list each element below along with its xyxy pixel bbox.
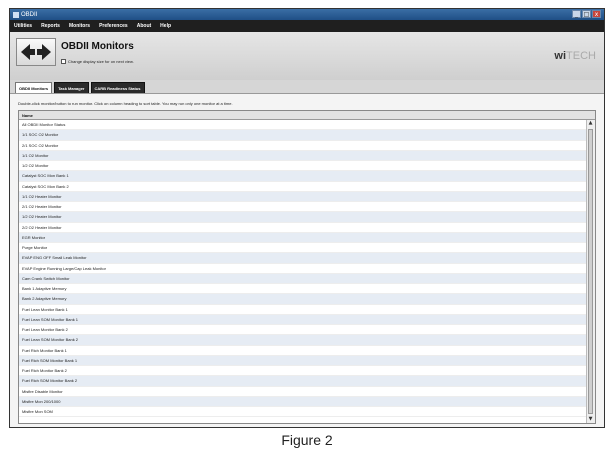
tab-bar: OBDII Monitors Task Manager CARB Readine… (10, 80, 604, 93)
monitors-panel: Double-click monitor/button to run monit… (10, 93, 604, 427)
menu-help[interactable]: Help (160, 23, 171, 29)
table-row[interactable]: Fuel Lean SOM Monitor Bank 2 (19, 335, 587, 346)
table-row[interactable]: 1/1 SOC O2 Monitor (19, 130, 587, 141)
display-size-checkbox-label: Change display size for on next view. (68, 59, 134, 64)
app-icon (13, 11, 19, 18)
table-row[interactable]: EGR Monitor (19, 232, 587, 243)
menu-preferences[interactable]: Preferences (99, 23, 128, 29)
menu-utilities[interactable]: Utilities (14, 23, 32, 29)
column-header-name[interactable]: Name (19, 111, 595, 120)
instruction-text: Double-click monitor/button to run monit… (18, 101, 233, 106)
logo-main: wi (554, 50, 567, 62)
table-row[interactable]: Bank 2 Adaptive Memory (19, 294, 587, 305)
page-header: OBDII Monitors Change display size for o… (10, 32, 604, 80)
table-row[interactable]: 1/2 O2 Monitor (19, 161, 587, 172)
tab-obdii-monitors[interactable]: OBDII Monitors (15, 82, 53, 93)
app-window: OBDII _ □ x Utilities Reports Monitors P… (9, 8, 605, 428)
back-forward-button[interactable] (16, 38, 56, 66)
table-row[interactable]: 2/2 O2 Heater Monitor (19, 223, 587, 233)
tab-task-manager[interactable]: Task Manager (54, 82, 89, 93)
back-forward-arrows-icon (21, 44, 51, 60)
menu-about[interactable]: About (137, 23, 151, 29)
window-title: OBDII (21, 11, 38, 18)
minimize-button[interactable]: _ (572, 10, 581, 18)
table-row[interactable]: All OBDII Monitor Status (19, 120, 587, 131)
display-size-checkbox[interactable] (61, 59, 66, 64)
table-row[interactable]: Catalyst SOC Mon Bank 2 (19, 182, 587, 192)
maximize-button[interactable]: □ (582, 10, 591, 18)
table-row[interactable]: Fuel Rich SOM Monitor Bank 2 (19, 376, 587, 387)
table-row[interactable]: Misfire Disable Monitor (19, 387, 587, 397)
table-row[interactable]: 1/1 O2 Heater Monitor (19, 191, 587, 202)
close-button[interactable]: x (592, 10, 601, 18)
table-row[interactable]: Cam Crank Switch Monitor (19, 273, 587, 284)
monitors-table: Name All OBDII Monitor Status 1/1 SOC O2 … (18, 110, 596, 424)
table-row[interactable]: 2/1 SOC O2 Monitor (19, 141, 587, 151)
table-body: All OBDII Monitor Status 1/1 SOC O2 Monit… (19, 120, 587, 423)
table-row[interactable]: Misfire Mon SOM (19, 407, 587, 418)
logo-accent: TECH (566, 50, 596, 62)
vertical-scrollbar[interactable]: ▲ ▼ (586, 120, 595, 423)
table-row[interactable]: Fuel Rich Monitor Bank 1 (19, 346, 587, 356)
table-row[interactable]: Fuel Lean SOM Monitor Bank 1 (19, 314, 587, 325)
table-row[interactable]: Fuel Lean Monitor Bank 2 (19, 325, 587, 336)
page-title: OBDII Monitors (61, 41, 134, 52)
scroll-down-icon[interactable]: ▼ (587, 416, 594, 423)
table-row[interactable]: Fuel Rich Monitor Bank 2 (19, 366, 587, 377)
table-row[interactable]: Catalyst SOC Mon Bank 1 (19, 171, 587, 182)
title-bar: OBDII _ □ x (10, 9, 604, 20)
menu-monitors[interactable]: Monitors (69, 23, 90, 29)
brand-logo: wiTECH (554, 50, 596, 62)
scroll-up-icon[interactable]: ▲ (587, 120, 594, 127)
tab-carb-readiness-status[interactable]: CARB Readiness Status (90, 82, 145, 93)
figure-caption: Figure 2 (281, 432, 333, 448)
table-row[interactable]: Fuel Lean Monitor Bank 1 (19, 305, 587, 315)
menu-bar: Utilities Reports Monitors Preferences A… (10, 20, 604, 32)
scroll-thumb[interactable] (588, 129, 593, 414)
table-row[interactable]: Misfire Mon 200/1000 (19, 396, 587, 407)
table-row[interactable]: 1/2 O2 Heater Monitor (19, 212, 587, 223)
table-row[interactable]: Fuel Rich SOM Monitor Bank 1 (19, 355, 587, 366)
table-row[interactable]: Purge Monitor (19, 243, 587, 254)
table-row[interactable]: EVAP ENG OFF Small Leak Monitor (19, 253, 587, 264)
table-row[interactable]: Bank 1 Adaptive Memory (19, 284, 587, 295)
menu-reports[interactable]: Reports (41, 23, 60, 29)
table-row[interactable]: 1/1 O2 Monitor (19, 150, 587, 161)
window-controls: _ □ x (572, 10, 601, 18)
table-row[interactable]: 2/1 O2 Heater Monitor (19, 202, 587, 213)
display-size-checkbox-row[interactable]: Change display size for on next view. (61, 59, 134, 64)
table-row[interactable]: EVAP Engine Running Large/Cap Leak Monit… (19, 264, 587, 274)
